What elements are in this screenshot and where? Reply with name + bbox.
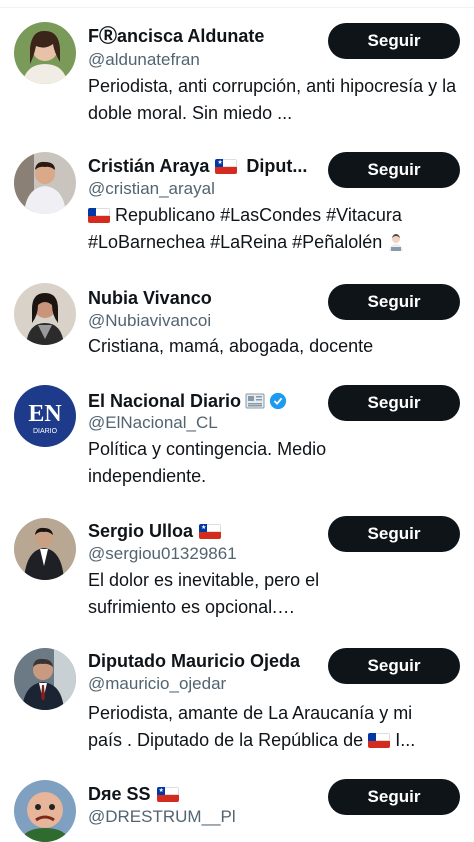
account-name-text: El Nacional Diario	[88, 391, 242, 411]
account-name-text: Cristián Araya	[88, 156, 210, 176]
avatar[interactable]	[14, 22, 76, 84]
account-name[interactable]: Dяe SS ★	[88, 782, 179, 806]
follow-button[interactable]: Seguir	[328, 648, 460, 684]
account-handle: @Nubiavivancoi	[88, 311, 212, 330]
avatar[interactable]	[14, 152, 76, 214]
bio-line: #LoBarnechea #LaReina #Peñalolén	[88, 229, 464, 256]
bio-line: Republicano #LasCondes #Vitacura	[88, 202, 464, 229]
avatar[interactable]: EN DIARIO	[14, 385, 76, 447]
follow-button[interactable]: Seguir	[328, 385, 460, 421]
avatar[interactable]	[14, 283, 76, 345]
bio-line: país . Diputado de la República de I...	[88, 727, 464, 754]
avatar[interactable]	[14, 780, 76, 842]
avatar[interactable]	[14, 648, 76, 710]
account-name[interactable]: Cristián Araya ★ Diput...	[88, 154, 307, 178]
account-handle: @DRESTRUM__Pl	[88, 807, 236, 826]
account-handle: @aldunatefran	[88, 50, 200, 69]
account-handle: @mauricio_ojedar	[88, 674, 227, 693]
account-row[interactable]: Diputado Mauricio Ojeda @mauricio_ojedar…	[0, 640, 474, 768]
technologist-emoji-icon	[389, 234, 404, 251]
account-bio: El dolor es inevitable, pero el sufrimie…	[88, 570, 320, 617]
account-bio: Política y contingencia. Medio independi…	[88, 439, 327, 486]
account-name-suffix: Diput...	[246, 156, 308, 176]
bio-text: país . Diputado de la República de	[88, 730, 364, 750]
bio-text: Republicano #LasCondes #Vitacura	[115, 205, 402, 225]
account-handle: @sergiou01329861	[88, 544, 237, 563]
follow-button[interactable]: Seguir	[328, 779, 460, 815]
account-row[interactable]: EN DIARIO El Nacional Diario @ElNacional_…	[0, 370, 474, 510]
chile-flag-icon: ★	[156, 787, 179, 802]
account-handle: @ElNacional_CL	[88, 413, 218, 432]
follow-button[interactable]: Seguir	[328, 152, 460, 188]
account-bio: Periodista, amante de La Araucanía y mi …	[88, 700, 464, 754]
account-name-text: Dяe SS	[88, 784, 151, 804]
verified-badge-icon	[269, 392, 287, 410]
account-bio: Cristiana, mamá, abogada, docente	[88, 336, 374, 356]
account-name[interactable]: El Nacional Diario	[88, 389, 287, 413]
account-handle: @cristian_arayal	[88, 179, 215, 198]
account-name[interactable]: FⓇancisca Aldunate	[88, 24, 264, 48]
account-bio: Republicano #LasCondes #Vitacura #LoBarn…	[88, 202, 464, 256]
bio-text: I...	[395, 730, 416, 750]
newspaper-icon	[245, 393, 265, 409]
bio-line: Periodista, amante de La Araucanía y mi	[88, 703, 413, 723]
account-row[interactable]: Sergio Ulloa ★ @sergiou01329861 Seguir El…	[0, 510, 474, 640]
bio-text: #LoBarnechea #LaReina #Peñalolén	[88, 232, 383, 252]
follow-button[interactable]: Seguir	[328, 23, 460, 59]
follow-button[interactable]: Seguir	[328, 284, 460, 320]
account-row[interactable]: Dяe SS ★ @DRESTRUM__Pl Seguir	[0, 768, 474, 842]
account-row[interactable]: Cristián Araya ★ Diput... @cristian_araya…	[0, 140, 474, 265]
chile-flag-icon	[88, 208, 110, 223]
account-bio: Periodista, anti corrupción, anti hipocr…	[88, 76, 457, 123]
chile-flag-icon: ★	[199, 524, 222, 539]
chile-flag-icon: ★	[215, 159, 238, 174]
chile-flag-icon	[368, 733, 391, 748]
follow-button[interactable]: Seguir	[328, 516, 460, 552]
account-row[interactable]: FⓇancisca Aldunate @aldunatefran Seguir …	[0, 0, 474, 140]
avatar-logo-text: EN	[28, 401, 62, 427]
account-name-text: Sergio Ulloa	[88, 521, 194, 541]
account-row[interactable]: Nubia Vivanco @Nubiavivancoi Seguir Cris…	[0, 265, 474, 370]
account-name[interactable]: Nubia Vivanco	[88, 286, 212, 310]
avatar-logo-subtext: DIARIO	[33, 428, 58, 435]
account-name[interactable]: Sergio Ulloa ★	[88, 519, 222, 543]
account-name[interactable]: Diputado Mauricio Ojeda	[88, 649, 300, 673]
avatar[interactable]	[14, 518, 76, 580]
